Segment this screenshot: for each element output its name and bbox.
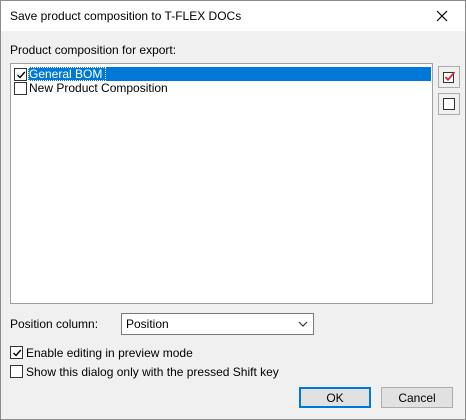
ok-button[interactable]: OK: [299, 387, 371, 408]
check-all-button[interactable]: [438, 66, 460, 88]
check-all-icon: [443, 71, 456, 83]
chevron-down-icon: [298, 321, 308, 327]
list-item-label: General BOM: [29, 67, 103, 81]
close-icon: [436, 10, 448, 22]
list-item-label: New Product Composition: [29, 81, 168, 95]
composition-label: Product composition for export:: [10, 43, 177, 57]
checkmark-icon: [16, 71, 25, 79]
position-column-value: Position: [126, 317, 169, 331]
save-composition-dialog: Save product composition to T-FLEX DOCs …: [0, 0, 466, 420]
list-item-general-bom[interactable]: General BOM: [12, 67, 431, 81]
enable-editing-label[interactable]: Enable editing in preview mode: [26, 346, 193, 360]
shift-only-label[interactable]: Show this dialog only with the pressed S…: [26, 365, 279, 379]
cancel-button[interactable]: Cancel: [381, 387, 453, 408]
position-column-label: Position column:: [10, 317, 99, 331]
list-item-checkbox[interactable]: [14, 68, 27, 81]
composition-list[interactable]: General BOM New Product Composition: [10, 63, 433, 304]
title-bar: Save product composition to T-FLEX DOCs: [1, 1, 465, 31]
dialog-title: Save product composition to T-FLEX DOCs: [10, 9, 242, 23]
close-button[interactable]: [419, 1, 465, 31]
checkmark-icon: [12, 349, 21, 357]
shift-only-checkbox[interactable]: [10, 365, 23, 378]
uncheck-all-button[interactable]: [438, 93, 460, 115]
list-item-new-product-composition[interactable]: New Product Composition: [12, 81, 431, 95]
position-column-select[interactable]: Position: [121, 313, 314, 335]
enable-editing-checkbox[interactable]: [10, 346, 23, 359]
uncheck-all-icon: [443, 98, 455, 110]
list-item-checkbox[interactable]: [14, 82, 27, 95]
